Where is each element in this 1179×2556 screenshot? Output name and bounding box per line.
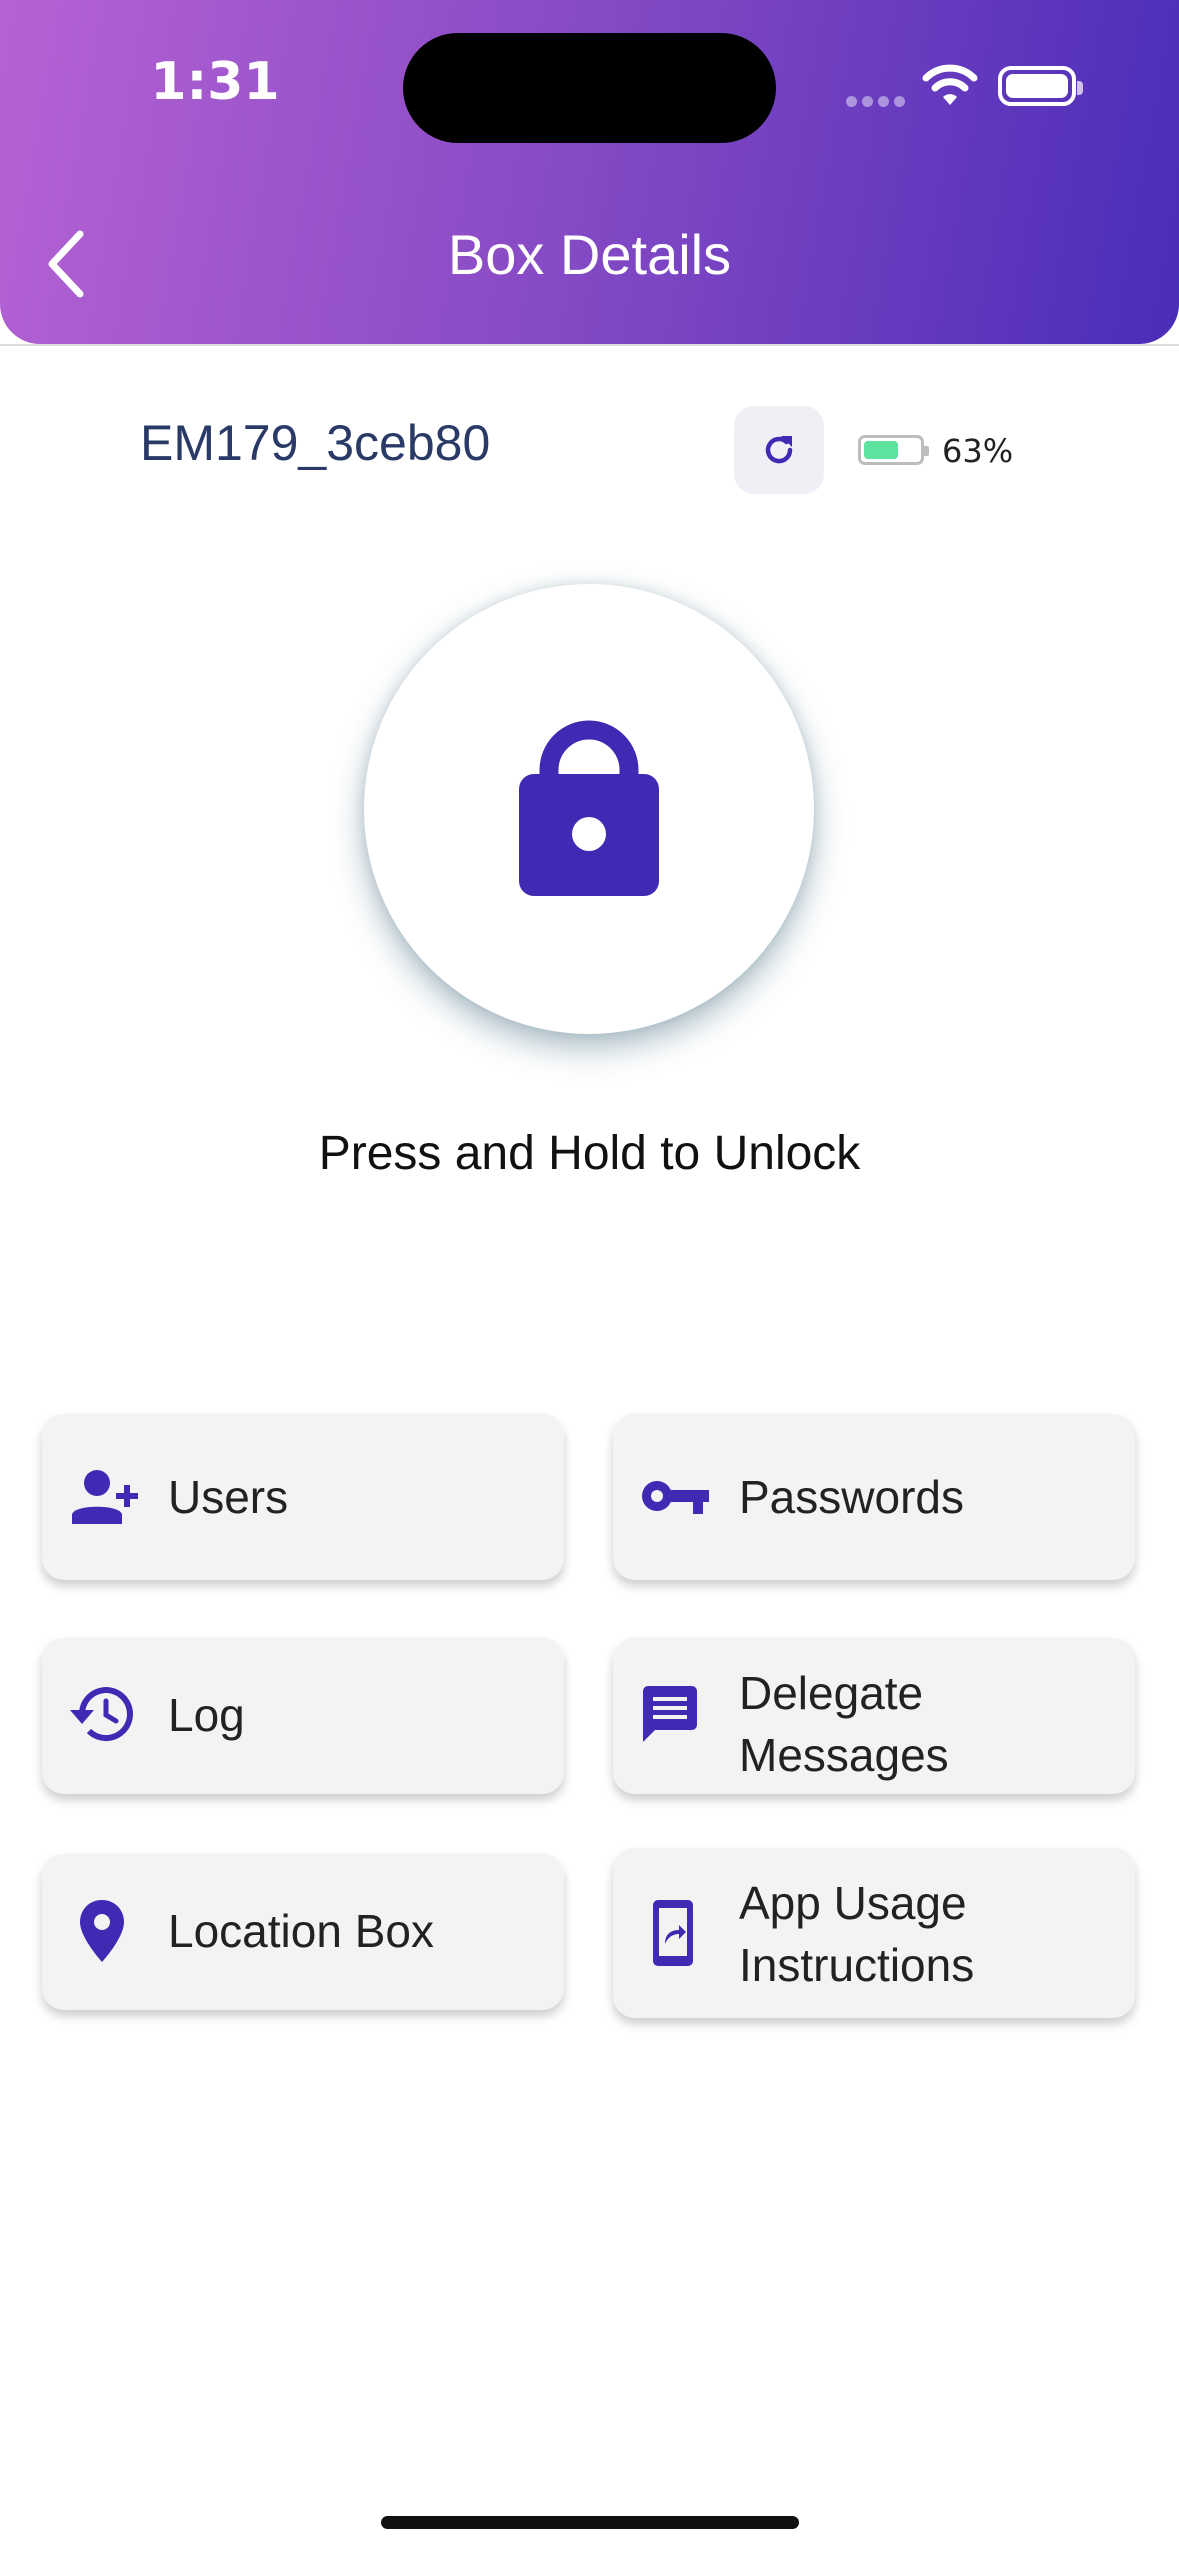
device-id: EM179_3ceb80 [140, 415, 491, 471]
add-user-icon [72, 1470, 138, 1524]
page-title: Box Details [447, 223, 732, 286]
history-icon [70, 1687, 133, 1742]
status-time: 1:31 [150, 52, 280, 112]
delegate-messages-label: Delegate Messages [739, 1667, 949, 1781]
home-indicator[interactable] [381, 2516, 799, 2529]
log-label: Log [168, 1689, 245, 1741]
wifi-icon [922, 62, 978, 112]
message-icon [643, 1686, 697, 1742]
location-pin-icon [80, 1900, 124, 1962]
unlock-button[interactable] [364, 584, 814, 1034]
dynamic-island [403, 33, 776, 143]
refresh-icon [765, 436, 793, 464]
location-box-label: Location Box [168, 1905, 434, 1957]
app-usage-instructions-label: App Usage Instructions [739, 1877, 975, 1991]
phone-share-icon [653, 1900, 693, 1966]
passwords-button[interactable]: Passwords [613, 1414, 1135, 1580]
battery-icon [858, 435, 929, 465]
app-usage-instructions-button[interactable]: App Usage Instructions [613, 1848, 1135, 2018]
log-button[interactable]: Log [42, 1638, 564, 1794]
users-button[interactable]: Users [42, 1414, 564, 1580]
lock-icon [519, 720, 659, 896]
refresh-button[interactable] [734, 406, 824, 494]
delegate-messages-button[interactable]: Delegate Messages [613, 1638, 1135, 1794]
header-divider [0, 344, 1179, 346]
users-label: Users [168, 1471, 289, 1523]
passwords-label: Passwords [739, 1471, 964, 1523]
unlock-instruction: Press and Hold to Unlock [318, 1127, 861, 1180]
key-icon [642, 1481, 709, 1514]
status-battery-icon [998, 66, 1083, 106]
cellular-signal-icon [846, 92, 910, 111]
location-box-button[interactable]: Location Box [42, 1854, 564, 2010]
battery-percentage: 63% [942, 432, 1014, 470]
